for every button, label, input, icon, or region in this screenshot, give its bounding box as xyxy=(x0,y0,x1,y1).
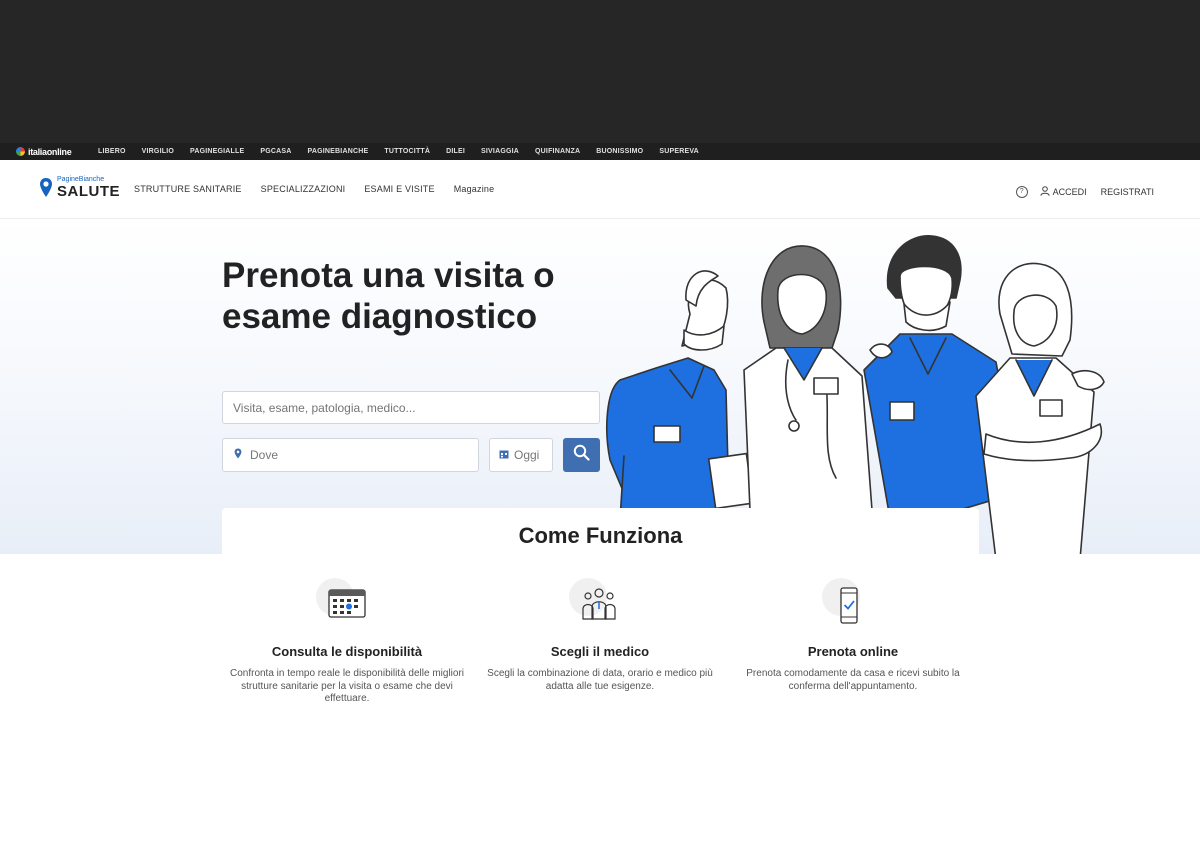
main-nav-links: STRUTTURE SANITARIE SPECIALIZZAZIONI ESA… xyxy=(134,184,513,194)
help-icon[interactable]: ? xyxy=(1015,186,1028,198)
step-scegli: Scegli il medico Scegli la combinazione … xyxy=(475,578,725,693)
io-link-dilei[interactable]: DILEI xyxy=(446,148,465,155)
search-button[interactable] xyxy=(563,438,600,472)
nav-specializzazioni[interactable]: SPECIALIZZAZIONI xyxy=(261,184,346,194)
io-link-paginegialle[interactable]: PAGINEGIALLE xyxy=(190,148,244,155)
search-icon xyxy=(573,444,590,466)
italiaonline-logo[interactable]: italiaonline xyxy=(16,147,98,157)
step-consulta: Consulta le disponibilità Confronta in t… xyxy=(222,578,472,706)
nav-user-actions: ? ACCEDI REGISTRATI xyxy=(1015,183,1154,201)
date-field[interactable]: Oggi xyxy=(489,438,553,472)
io-link-libero[interactable]: LIBERO xyxy=(98,148,126,155)
nav-esami-e-visite[interactable]: ESAMI E VISITE xyxy=(364,184,434,194)
location-pin-icon xyxy=(234,446,242,464)
doctors-icon xyxy=(581,587,617,626)
step-prenota: Prenota online Prenota comodamente da ca… xyxy=(728,578,978,693)
italiaonline-bar: italiaonline LIBERO VIRGILIO PAGINEGIALL… xyxy=(0,143,1200,160)
io-link-buonissimo[interactable]: BUONISSIMO xyxy=(596,148,643,155)
italiaonline-logo-icon xyxy=(16,147,25,156)
register-link[interactable]: REGISTRATI xyxy=(1101,187,1154,197)
calendar-small-icon xyxy=(499,446,509,464)
io-link-tuttocitta[interactable]: TUTTOCITTÀ xyxy=(384,148,430,155)
io-link-paginebianche[interactable]: PAGINEBIANCHE xyxy=(308,148,369,155)
user-icon xyxy=(1039,183,1050,201)
brand-big-text: SALUTE xyxy=(57,183,120,200)
step-description: Prenota comodamente da casa e ricevi sub… xyxy=(746,668,960,692)
step-title: Prenota online xyxy=(807,644,899,659)
io-link-quifinanza[interactable]: QUIFINANZA xyxy=(535,148,580,155)
nav-strutture-sanitarie[interactable]: STRUTTURE SANITARIE xyxy=(134,184,242,194)
calendar-icon xyxy=(328,587,366,624)
step-title: Scegli il medico xyxy=(550,644,650,659)
doctors-illustration xyxy=(600,230,1110,554)
step-icon-wrap xyxy=(316,578,372,628)
io-link-siviaggia[interactable]: SIVIAGGIA xyxy=(481,148,519,155)
io-link-virgilio[interactable]: VIRGILIO xyxy=(142,148,174,155)
map-pin-icon xyxy=(39,177,53,204)
step-icon-wrap xyxy=(569,578,625,628)
brand-small-text: PagineBianche xyxy=(57,176,105,183)
login-link[interactable]: ACCEDI xyxy=(1053,187,1087,197)
date-value: Oggi xyxy=(514,448,540,462)
step-icon-wrap xyxy=(822,578,878,630)
how-it-works-title: Come Funziona xyxy=(518,523,683,548)
step-title: Consulta le disponibilità xyxy=(271,644,423,659)
step-description: Confronta in tempo reale le disponibilit… xyxy=(229,668,464,704)
io-link-pgcasa[interactable]: PGCASA xyxy=(260,148,291,155)
location-placeholder: Dove xyxy=(250,448,279,462)
io-link-supereva[interactable]: SUPEREVA xyxy=(659,148,699,155)
search-input[interactable] xyxy=(222,391,600,424)
site-logo[interactable]: PagineBianche SALUTE xyxy=(39,176,120,204)
step-description: Scegli la combinazione di data, orario e… xyxy=(487,668,713,692)
phone-check-icon xyxy=(834,587,862,630)
location-field[interactable]: Dove xyxy=(222,438,479,472)
top-dark-banner xyxy=(0,0,1200,143)
hero-title: Prenota una visita o esame diagnostico xyxy=(222,256,555,336)
nav-magazine[interactable]: Magazine xyxy=(454,184,495,194)
